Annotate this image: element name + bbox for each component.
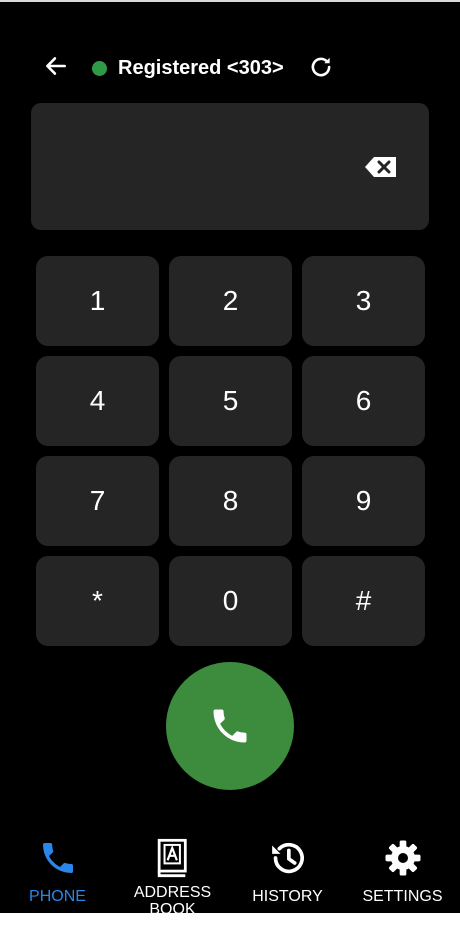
key-4[interactable]: 4 — [36, 356, 159, 446]
phone-icon — [213, 709, 247, 743]
arrow-left-icon — [46, 57, 66, 75]
dial-keypad: 1 2 3 4 5 6 7 8 9 * 0 # — [36, 256, 425, 646]
key-5[interactable]: 5 — [169, 356, 292, 446]
bottom-divider — [0, 913, 460, 925]
header-bar: Registered <303> — [0, 40, 460, 96]
nav-item-settings[interactable]: SETTINGS — [345, 828, 460, 913]
key-8[interactable]: 8 — [169, 456, 292, 546]
history-icon — [271, 842, 304, 874]
nav-label-history: HISTORY — [252, 888, 323, 905]
backspace-icon — [365, 157, 396, 177]
dialed-number-display[interactable] — [31, 103, 429, 230]
top-divider — [0, 0, 460, 2]
back-button[interactable] — [36, 46, 76, 86]
refresh-icon — [311, 57, 331, 77]
nav-item-history[interactable]: HISTORY — [230, 828, 345, 913]
backspace-button[interactable] — [361, 151, 401, 183]
nav-label-settings: SETTINGS — [362, 888, 443, 905]
key-9[interactable]: 9 — [302, 456, 425, 546]
key-star[interactable]: * — [36, 556, 159, 646]
phone-icon — [42, 843, 73, 873]
call-button[interactable] — [166, 662, 294, 790]
key-0[interactable]: 0 — [169, 556, 292, 646]
refresh-button[interactable] — [302, 48, 340, 86]
key-2[interactable]: 2 — [169, 256, 292, 346]
nav-label-phone: PHONE — [29, 888, 86, 905]
nav-item-phone[interactable]: PHONE — [0, 828, 115, 913]
key-1[interactable]: 1 — [36, 256, 159, 346]
bottom-navigation: PHONE ADDRESS BOOK HISTORY SETTINGS — [0, 828, 460, 913]
nav-label-address-book: ADDRESS BOOK — [133, 884, 212, 913]
gear-icon — [385, 840, 420, 876]
key-7[interactable]: 7 — [36, 456, 159, 546]
registration-status-dot — [92, 61, 107, 76]
key-hash[interactable]: # — [302, 556, 425, 646]
key-6[interactable]: 6 — [302, 356, 425, 446]
address-book-icon — [157, 838, 187, 878]
registration-status-text: Registered <303> — [118, 57, 284, 79]
key-3[interactable]: 3 — [302, 256, 425, 346]
nav-item-address-book[interactable]: ADDRESS BOOK — [115, 828, 230, 913]
